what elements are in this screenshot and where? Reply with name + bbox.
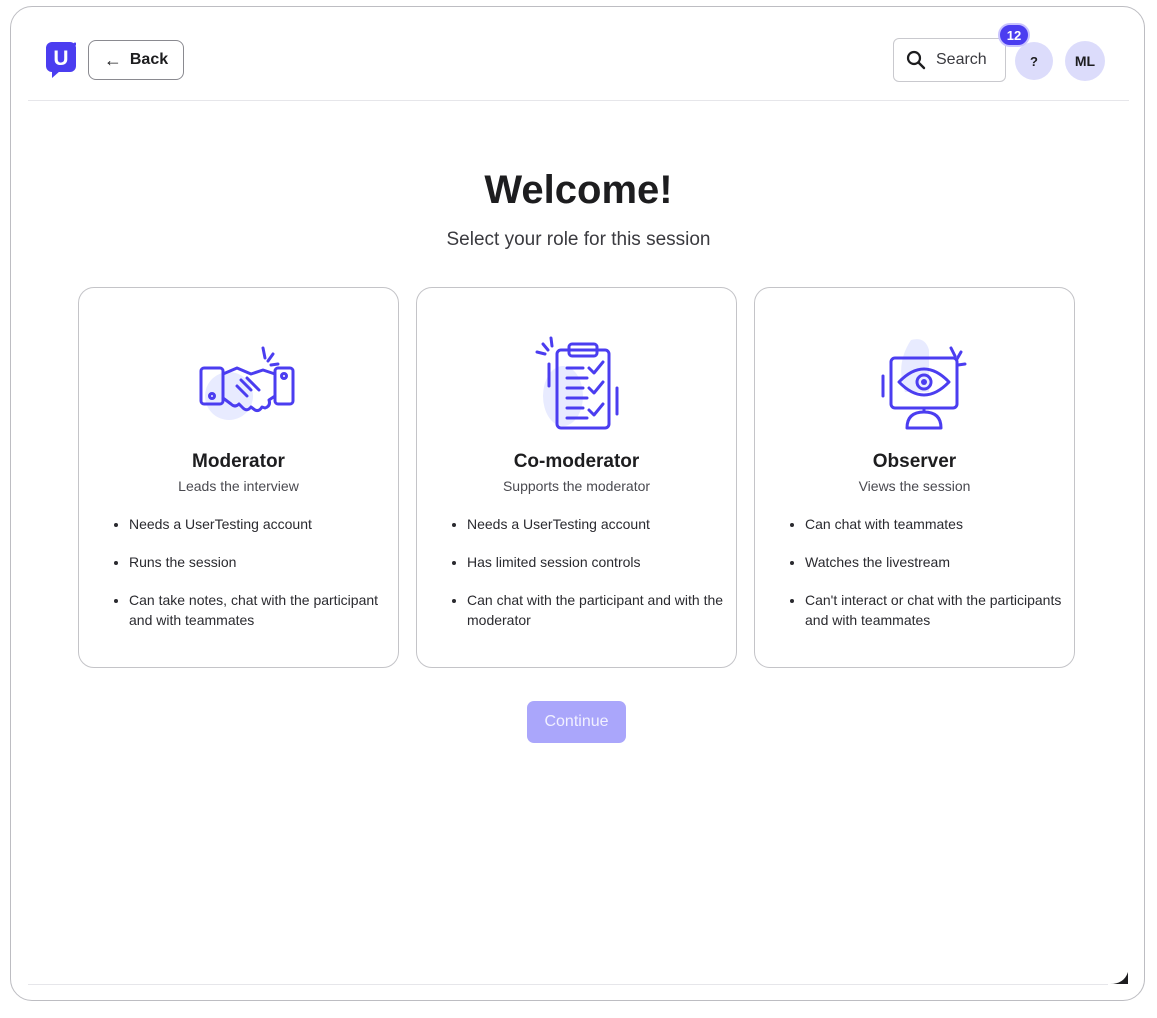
bottom-divider [28, 984, 1108, 985]
search-button[interactable]: Search [893, 38, 1006, 82]
role-description: Leads the interview [178, 478, 299, 494]
role-bullets: Needs a UserTesting account Has limited … [447, 514, 737, 648]
avatar-initials: ML [1074, 53, 1096, 69]
role-bullet: Watches the livestream [805, 552, 1075, 572]
help-icon: ? [1030, 53, 1038, 69]
role-card-moderator[interactable]: Moderator Leads the interview Needs a Us… [78, 287, 399, 668]
role-bullet: Can chat with the participant and with t… [467, 590, 737, 630]
role-bullet: Can't interact or chat with the particip… [805, 590, 1075, 630]
continue-button[interactable]: Continue [527, 701, 626, 743]
page-subtitle: Select your role for this session [446, 229, 711, 250]
role-bullet: Needs a UserTesting account [129, 514, 399, 534]
role-name: Observer [872, 451, 957, 472]
search-label: Search [936, 51, 987, 68]
role-card-co-moderator[interactable]: Co-moderator Supports the moderator Need… [416, 287, 737, 668]
resize-handle-icon[interactable] [1108, 970, 1130, 986]
role-description: Supports the moderator [502, 478, 651, 494]
clipboard-checklist-icon [535, 336, 618, 430]
role-bullet: Can chat with teammates [805, 514, 1075, 534]
role-bullet: Can take notes, chat with the participan… [129, 590, 399, 630]
usertesting-logo[interactable]: U [46, 42, 76, 80]
role-bullet: Runs the session [129, 552, 399, 572]
user-avatar[interactable]: ML [1065, 41, 1105, 81]
page-title: Welcome! [484, 168, 673, 212]
notification-count: 12 [1006, 27, 1022, 43]
role-name: Moderator [192, 451, 285, 472]
search-icon [906, 50, 926, 70]
monitor-eye-icon [881, 339, 966, 430]
role-bullet: Needs a UserTesting account [467, 514, 737, 534]
role-card-observer[interactable]: Observer Views the session Can chat with… [754, 287, 1075, 668]
role-name: Co-moderator [513, 451, 640, 472]
logo-letter: U [53, 47, 68, 70]
role-bullets: Can chat with teammates Watches the live… [785, 514, 1075, 648]
top-header: U ← Back Search ? 12 ML [28, 20, 1129, 101]
role-bullets: Needs a UserTesting account Runs the ses… [109, 514, 399, 648]
handshake-icon [199, 346, 294, 420]
back-label: Back [129, 51, 169, 68]
role-description: Views the session [858, 478, 971, 494]
help-button[interactable]: ? [1015, 42, 1053, 80]
back-button[interactable]: ← Back [88, 40, 184, 80]
role-bullet: Has limited session controls [467, 552, 737, 572]
arrow-left-icon: ← [103, 50, 122, 70]
notification-badge[interactable]: 12 [998, 23, 1030, 47]
